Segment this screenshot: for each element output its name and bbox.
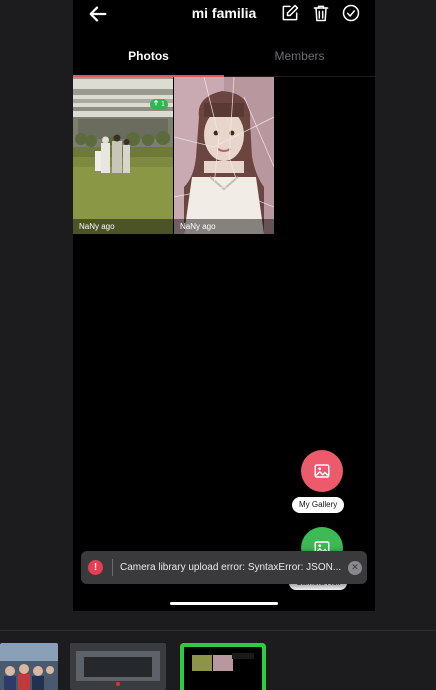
tab-members[interactable]: Members: [224, 42, 375, 75]
photo-caption: NaNy ago: [73, 219, 173, 234]
thumbnail[interactable]: [0, 643, 58, 690]
badge-count: 1: [161, 101, 165, 108]
thumbnail-selected[interactable]: [180, 643, 266, 690]
check-circle-icon[interactable]: [341, 3, 361, 23]
strip-divider: [0, 630, 436, 631]
group-photo-thumbnail: [0, 643, 58, 690]
vintage-portrait-image: [174, 77, 274, 234]
top-bar: mi familia: [73, 0, 375, 30]
tab-bar: Photos Members: [73, 42, 375, 77]
toast-message: Camera library upload error: SyntaxError…: [120, 562, 342, 573]
app-screen-thumbnail: [184, 647, 262, 690]
image-icon: [314, 464, 330, 478]
upload-badge: 1: [150, 99, 168, 110]
photo-tile[interactable]: NaNy ago: [174, 77, 274, 234]
close-icon[interactable]: ✕: [348, 560, 362, 575]
photo-tile[interactable]: 1 NaNy ago: [73, 77, 173, 234]
edit-icon[interactable]: [280, 3, 300, 23]
trash-icon[interactable]: [311, 3, 331, 23]
app-screen: mi familia Photos Members 1 NaNy ago NaN…: [73, 0, 375, 611]
photo-caption: NaNy ago: [174, 219, 274, 234]
error-icon: !: [88, 560, 103, 575]
error-toast: ! Camera library upload error: SyntaxErr…: [81, 551, 367, 584]
upload-arrow-icon: [153, 99, 159, 110]
home-indicator[interactable]: [170, 602, 278, 605]
my-gallery-button[interactable]: [301, 450, 343, 492]
toast-divider: [112, 559, 113, 576]
car-interior-thumbnail: [70, 643, 166, 690]
thumbnail[interactable]: [70, 643, 166, 690]
tab-photos[interactable]: Photos: [73, 42, 224, 77]
my-gallery-label[interactable]: My Gallery: [292, 497, 345, 513]
